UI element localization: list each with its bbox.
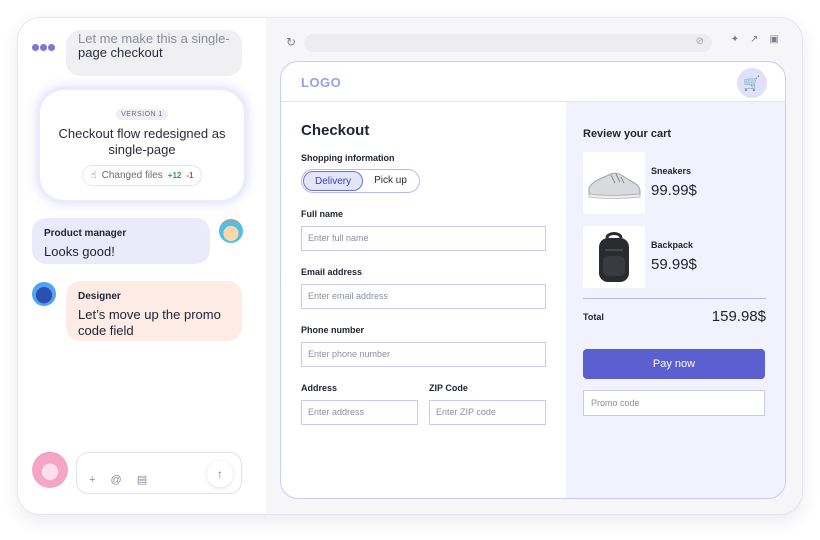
cart-review: Review your cart Sneakers 99.99$ Backpac… <box>566 102 785 498</box>
message-text: Let’s move up the promo code field <box>78 307 221 338</box>
pay-now-button[interactable]: Pay now <box>583 349 765 379</box>
address-row: Address Enter address ZIP Code Enter ZIP… <box>301 383 551 425</box>
cart-button[interactable]: 🛒 <box>737 68 767 98</box>
cart-item: Sneakers 99.99$ <box>583 152 766 214</box>
additions-count: +12 <box>167 171 182 180</box>
link-icon[interactable]: ⊘ <box>696 36 704 47</box>
zip-label: ZIP Code <box>429 383 468 393</box>
checkout-form: Checkout Shopping information Delivery P… <box>301 102 551 425</box>
sender-name: Product manager <box>44 228 127 239</box>
site-header: LOGO 🛒 <box>281 62 785 102</box>
message-text-line1: Let me make this a single- <box>78 31 230 45</box>
mention-icon[interactable]: @ <box>111 474 128 486</box>
total-label: Total <box>583 312 604 322</box>
sender-name: Designer <box>78 291 121 302</box>
message-text-line2: page checkout <box>78 45 163 60</box>
total-row: Total 159.98$ <box>583 299 766 335</box>
delivery-option[interactable]: Delivery <box>303 171 364 191</box>
review-title: Review your cart <box>583 128 672 140</box>
shopping-info-label: Shopping information <box>301 153 395 163</box>
pickup-option[interactable]: Pick up <box>363 171 418 191</box>
chat-panel: Let me make this a single- page checkout… <box>18 18 266 514</box>
shipping-method-toggle: Delivery Pick up <box>301 169 420 193</box>
address-col: Address Enter address <box>301 383 418 425</box>
phone-input[interactable]: Enter phone number <box>301 342 546 367</box>
message-composer[interactable]: + @ ▤ ↑ <box>76 452 242 494</box>
toolbar-icons: ✦↗▣ <box>731 34 790 45</box>
terminal-icon[interactable]: ▣ <box>770 34 790 45</box>
cart-item: Backpack 59.99$ <box>583 226 766 288</box>
arrow-up-icon: ↑ <box>217 467 223 481</box>
inspect-icon[interactable]: ✦ <box>731 34 750 45</box>
total-value: 159.98$ <box>711 308 766 325</box>
address-bar[interactable]: ⊘ <box>304 34 712 52</box>
zip-input[interactable]: Enter ZIP code <box>429 400 546 425</box>
sneakers-image <box>583 152 645 214</box>
item-name: Backpack <box>651 240 694 250</box>
changed-files-label: Changed files <box>101 170 163 181</box>
promo-code-input[interactable]: Promo code <box>583 390 765 416</box>
pm-avatar <box>219 219 243 243</box>
zip-col: ZIP Code Enter ZIP code <box>429 383 546 425</box>
composer-tools: + @ ▤ <box>89 473 153 486</box>
phone-label: Phone number <box>301 325 365 335</box>
item-name: Sneakers <box>651 166 692 176</box>
hand-icon: ☝ <box>90 170 97 181</box>
add-icon[interactable]: + <box>89 474 101 486</box>
full-name-input[interactable]: Enter full name <box>301 226 546 251</box>
designer-message: Designer Let’s move up the promo code fi… <box>66 281 242 341</box>
email-label: Email address <box>301 267 363 277</box>
browser-toolbar: ↻ ⊘ ✦↗▣ <box>282 32 790 54</box>
deletions-count: -1 <box>186 171 194 180</box>
version-title: Checkout flow redesigned as single-page <box>58 126 226 157</box>
send-button[interactable]: ↑ <box>207 461 233 487</box>
book-icon[interactable]: ▤ <box>137 474 153 486</box>
user-avatar <box>32 452 68 488</box>
designer-avatar <box>32 282 56 306</box>
logo: LOGO <box>301 75 342 90</box>
site-preview: LOGO 🛒 Checkout Shopping information Del… <box>280 61 786 499</box>
reload-icon[interactable]: ↻ <box>286 35 296 49</box>
open-external-icon[interactable]: ↗ <box>750 34 769 45</box>
item-price: 99.99$ <box>651 182 697 199</box>
item-price: 59.99$ <box>651 256 697 273</box>
assistant-icon <box>32 38 58 51</box>
version-card[interactable]: VERSION 1 Checkout flow redesigned as si… <box>40 90 244 200</box>
email-input[interactable]: Enter email address <box>301 284 546 309</box>
app-window: Let me make this a single- page checkout… <box>18 18 802 514</box>
message-text: Looks good! <box>44 244 115 259</box>
version-badge: VERSION 1 <box>116 109 168 120</box>
assistant-message: Let me make this a single- page checkout <box>66 30 242 76</box>
cart-icon: 🛒 <box>743 75 761 91</box>
page-title: Checkout <box>301 122 370 139</box>
full-name-label: Full name <box>301 209 344 219</box>
backpack-image <box>583 226 645 288</box>
changed-files-button[interactable]: ☝ Changed files +12 -1 <box>81 165 203 186</box>
address-input[interactable]: Enter address <box>301 400 418 425</box>
address-label: Address <box>301 383 338 393</box>
pm-message: Product manager Looks good! <box>32 218 210 264</box>
